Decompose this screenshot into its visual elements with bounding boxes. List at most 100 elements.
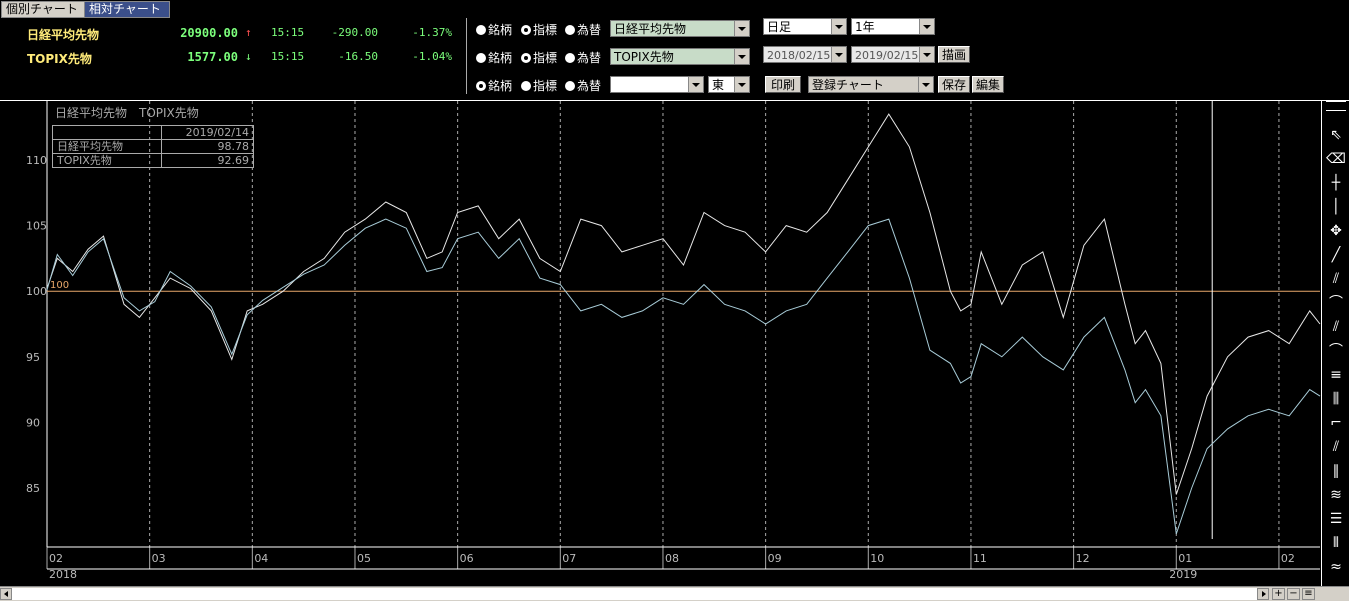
radio-row3-index[interactable]: 指標 <box>521 77 557 94</box>
radio-row1-stock[interactable]: 銘柄 <box>476 21 512 38</box>
x-tick-label: 01 <box>1178 552 1192 565</box>
channel-icon[interactable]: ≡ <box>1326 366 1346 384</box>
tab-individual-chart[interactable]: 個別チャート <box>1 1 85 18</box>
chevron-down-icon <box>919 19 934 34</box>
range-select[interactable]: 1年 <box>851 18 935 35</box>
quote-pct: -1.37% <box>412 26 452 39</box>
three-point-icon[interactable]: ≋ <box>1326 486 1346 504</box>
parallel-icon[interactable]: ∥ <box>1326 462 1346 480</box>
eraser-icon[interactable]: ⌫ <box>1326 150 1346 168</box>
fib-arc-icon[interactable]: ⌒ <box>1326 342 1346 360</box>
quote-time: 15:15 <box>271 50 305 63</box>
x-tick-label: 04 <box>254 552 268 565</box>
zoom-in-button[interactable]: + <box>1272 588 1285 600</box>
gann-icon[interactable]: ⫽ <box>1326 438 1346 456</box>
fan-arc-icon[interactable]: ⌒ <box>1326 294 1346 312</box>
radio-icon <box>476 52 486 63</box>
radio-icon <box>565 80 575 91</box>
chevron-down-icon <box>734 49 749 64</box>
radio-row3-stock[interactable]: 銘柄 <box>476 77 512 94</box>
date-from-field[interactable]: 2018/02/15 <box>763 46 847 63</box>
row3-select[interactable] <box>610 76 704 93</box>
chevron-down-icon <box>734 21 749 36</box>
radio-icon <box>476 24 486 35</box>
radio-selected-icon <box>521 24 531 35</box>
scroll-track[interactable] <box>12 588 1257 600</box>
segments-icon[interactable]: ☰ <box>1326 510 1346 528</box>
row2-select[interactable]: TOPIX先物 <box>610 48 750 65</box>
print-button[interactable]: 印刷 <box>765 76 801 93</box>
y-tick-label: 105 <box>26 220 47 233</box>
y-tick-label: 110 <box>26 154 47 167</box>
draw-button[interactable]: 描画 <box>938 46 970 63</box>
scroll-left-icon[interactable] <box>0 588 12 600</box>
list-icon[interactable]: ≡ <box>1302 588 1315 600</box>
quote-pct: -1.04% <box>412 50 452 63</box>
fib-channel-icon[interactable]: ⫼ <box>1326 390 1346 408</box>
x-tick-label: 09 <box>768 552 782 565</box>
step-line-icon[interactable]: ⌐ <box>1326 414 1346 432</box>
tab-relative-chart[interactable]: 相対チャート <box>84 1 170 18</box>
x-tick-label: 02 <box>49 552 63 565</box>
quote-change: -290.00 <box>331 26 378 39</box>
fib-fan-icon[interactable]: ⫽ <box>1326 318 1346 336</box>
chevron-down-icon <box>918 77 933 92</box>
relative-chart[interactable]: 110 105 100 95 90 85 02 03 04 05 06 07 08 09 10 11 12 01 0… <box>0 101 1321 586</box>
x-tick-label: 12 <box>1076 552 1090 565</box>
exchange-select[interactable]: 東 <box>708 76 750 93</box>
pointer-icon[interactable]: ⇖ <box>1326 126 1346 144</box>
chevron-down-icon <box>688 77 703 92</box>
toolbar-grip-icon[interactable] <box>1326 101 1346 111</box>
quote-price: 20900.00 <box>180 26 238 40</box>
y-tick-label: 85 <box>26 482 40 495</box>
date-to-field[interactable]: 2019/02/15 <box>851 46 935 63</box>
radio-row2-fx[interactable]: 為替 <box>565 49 601 66</box>
vertical-lines-icon[interactable]: ⦀ <box>1326 534 1346 552</box>
row1-select[interactable]: 日経平均先物 <box>610 20 750 37</box>
chart-legend-title: 日経平均先物 TOPIX先物 <box>55 106 199 120</box>
radio-row2-stock[interactable]: 銘柄 <box>476 49 512 66</box>
radio-selected-icon <box>476 80 486 91</box>
scroll-right-icon[interactable] <box>1257 588 1269 600</box>
y-tick-label: 100 <box>26 285 47 298</box>
saved-chart-select[interactable]: 登録チャート <box>808 76 934 93</box>
period-select[interactable]: 日足 <box>763 18 847 35</box>
legend-series-name: 日経平均先物 <box>53 140 162 153</box>
radio-icon <box>565 52 575 63</box>
radio-row1-fx[interactable]: 為替 <box>565 21 601 38</box>
radio-row2-index[interactable]: 指標 <box>521 49 557 66</box>
fan-icon[interactable]: ⫽ <box>1326 270 1346 288</box>
zoom-out-button[interactable]: − <box>1287 588 1300 600</box>
quote-time: 15:15 <box>271 26 305 39</box>
legend-series-value: 92.69 <box>217 154 250 167</box>
vline-icon[interactable]: │ <box>1326 198 1346 216</box>
separator <box>466 18 467 94</box>
radio-row1-index[interactable]: 指標 <box>521 21 557 38</box>
zigzag-icon[interactable]: ≈ <box>1326 558 1346 576</box>
quote-name: 日経平均先物 <box>27 28 100 42</box>
horizontal-scrollbar[interactable]: + − ≡ <box>0 586 1349 601</box>
year-label: 2019 <box>1169 568 1197 581</box>
x-tick-label: 03 <box>152 552 166 565</box>
chevron-down-icon <box>919 47 934 62</box>
baseline-label: 100 <box>50 280 69 291</box>
up-arrow-icon: ↑ <box>245 26 252 39</box>
radio-icon <box>565 24 575 35</box>
series-line-1 <box>46 218 1321 535</box>
chevron-down-icon <box>831 19 846 34</box>
y-tick-label: 95 <box>26 351 40 364</box>
hline-icon[interactable]: ┼ <box>1326 174 1346 192</box>
cross-icon[interactable]: ✥ <box>1326 222 1346 240</box>
year-label: 2018 <box>49 568 77 581</box>
save-button[interactable]: 保存 <box>938 76 970 93</box>
quote-price: 1577.00 <box>187 50 238 64</box>
trendline-icon[interactable]: ╱ <box>1326 246 1346 264</box>
edit-button[interactable]: 編集 <box>972 76 1004 93</box>
x-tick-label: 06 <box>460 552 474 565</box>
radio-row3-fx[interactable]: 為替 <box>565 77 601 94</box>
drawing-toolbar: ⇖ ⌫ ┼ │ ✥ ╱ ⫽ ⌒ ⫽ ⌒ ≡ ⫼ ⌐ ⫽ ∥ ≋ ☰ ⦀ ≈ <box>1321 101 1349 587</box>
radio-selected-icon <box>521 52 531 63</box>
chevron-down-icon <box>831 47 846 62</box>
x-tick-label: 11 <box>973 552 987 565</box>
radio-icon <box>521 80 531 91</box>
